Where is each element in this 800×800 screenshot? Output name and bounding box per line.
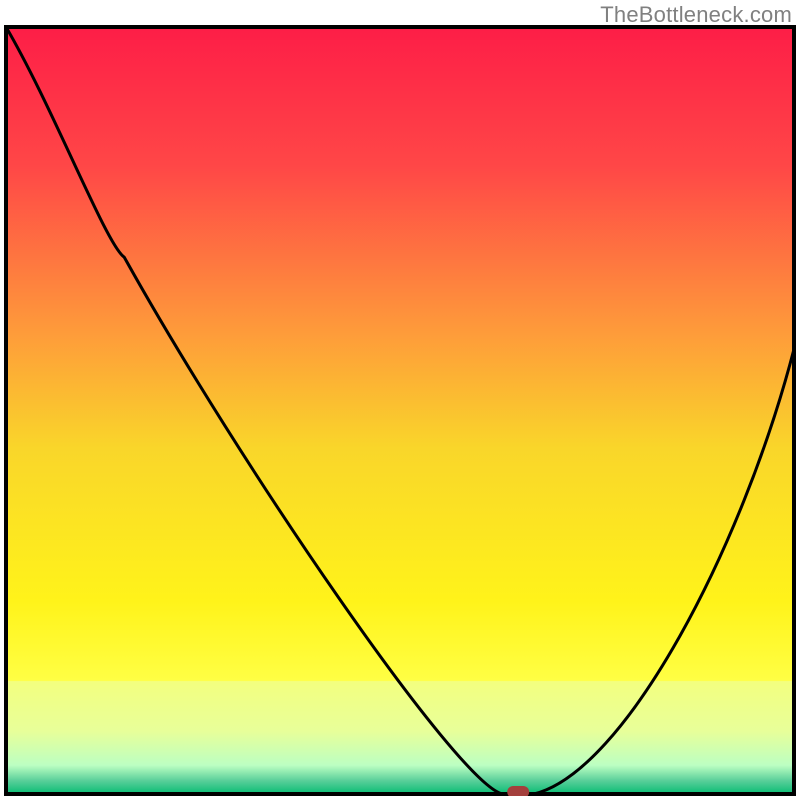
bottleneck-chart-svg (4, 25, 796, 796)
chart-area (4, 25, 796, 796)
optimum-marker (507, 786, 529, 796)
chart-container: TheBottleneck.com (0, 0, 800, 800)
gradient-background (8, 29, 792, 792)
